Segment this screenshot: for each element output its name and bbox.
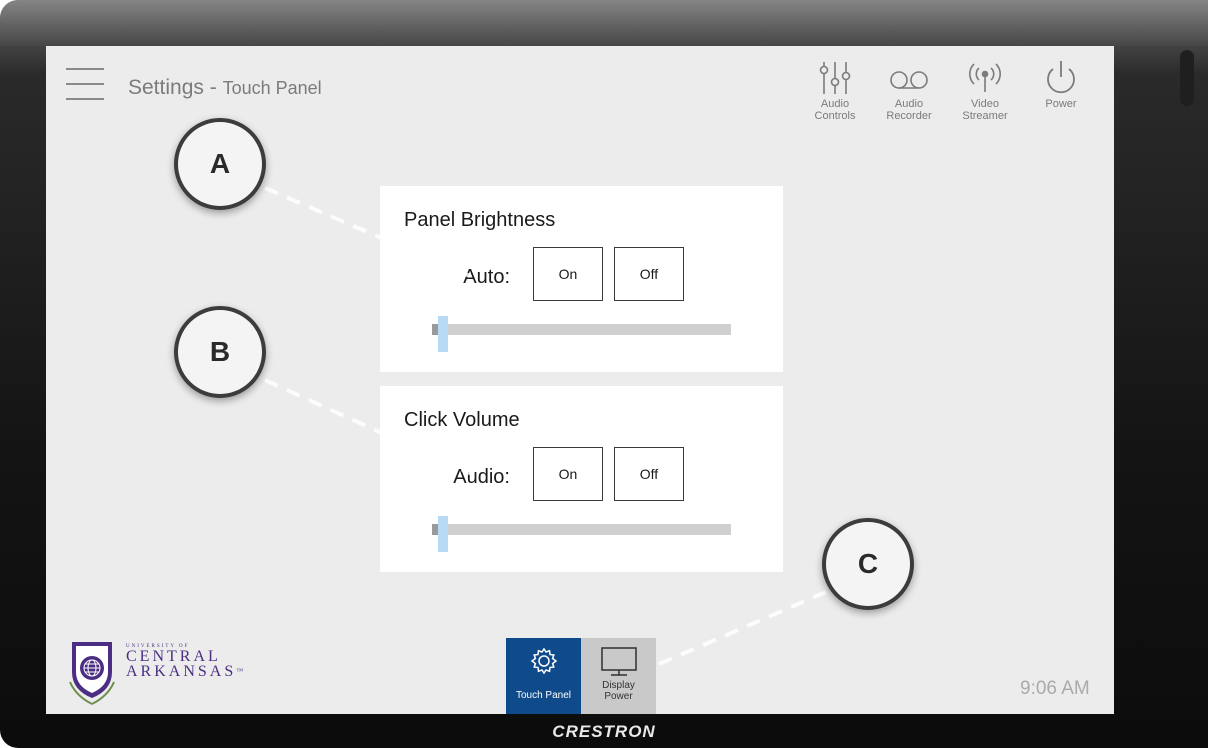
callout-a: A bbox=[174, 118, 266, 210]
broadcast-icon bbox=[969, 63, 1001, 92]
uca-wordmark: UNIVERSITY OF CENTRAL ARKANSAS™ bbox=[126, 638, 244, 680]
audio-recorder-button[interactable]: Audio Recorder bbox=[878, 60, 940, 126]
page-title: Settings - Touch Panel bbox=[128, 76, 322, 100]
nav-display-label-1: Display bbox=[602, 680, 635, 691]
gear-icon bbox=[530, 647, 557, 675]
callout-c: C bbox=[822, 518, 914, 610]
nav-touch-panel-button[interactable]: Touch Panel bbox=[506, 638, 581, 714]
clock: 9:06 AM bbox=[1020, 678, 1090, 699]
hamburger-menu-icon[interactable] bbox=[66, 68, 104, 100]
page-title-separator: - bbox=[203, 76, 223, 99]
audio-sliders-icon bbox=[819, 62, 851, 94]
audio-recorder-label-1: Audio bbox=[894, 98, 924, 110]
panel-brightness-title: Panel Brightness bbox=[404, 209, 556, 231]
audio-recorder-label-2: Recorder bbox=[886, 110, 932, 122]
click-volume-title: Click Volume bbox=[404, 409, 520, 431]
monitor-icon bbox=[600, 647, 637, 676]
video-streamer-button[interactable]: Video Streamer bbox=[954, 60, 1016, 126]
brightness-auto-off-button[interactable]: Off bbox=[614, 247, 684, 301]
audio-controls-label-1: Audio bbox=[820, 98, 850, 110]
uca-line2: CENTRAL bbox=[126, 648, 221, 665]
uca-shield-icon bbox=[69, 642, 115, 705]
brightness-auto-on-button[interactable]: On bbox=[533, 247, 603, 301]
power-button[interactable]: Power bbox=[1030, 60, 1092, 126]
click-volume-slider-thumb[interactable] bbox=[437, 516, 448, 552]
brightness-auto-label: Auto: bbox=[463, 266, 510, 288]
nav-display-label-2: Power bbox=[604, 691, 633, 702]
brightness-slider-track bbox=[432, 324, 731, 335]
nav-touch-panel-label: Touch Panel bbox=[515, 690, 572, 701]
click-volume-slider[interactable] bbox=[432, 516, 731, 552]
click-volume-audio-label: Audio: bbox=[453, 466, 510, 488]
click-volume-slider-track bbox=[432, 524, 731, 535]
uca-line3: ARKANSAS bbox=[126, 663, 237, 680]
voicemail-recorder-icon bbox=[890, 71, 928, 89]
click-volume-off-button[interactable]: Off bbox=[614, 447, 684, 501]
power-icon bbox=[1047, 61, 1075, 94]
page-title-sub: Touch Panel bbox=[222, 78, 322, 98]
callout-b: B bbox=[174, 306, 266, 398]
uca-trademark: ™ bbox=[236, 667, 244, 675]
page-title-main: Settings bbox=[128, 76, 204, 99]
video-streamer-label-2: Streamer bbox=[962, 110, 1008, 122]
panel-brightness-card: Panel Brightness Auto: On Off bbox=[380, 186, 783, 372]
brightness-slider[interactable] bbox=[432, 316, 731, 352]
brightness-slider-thumb[interactable] bbox=[437, 316, 448, 352]
power-label: Power bbox=[1045, 98, 1077, 110]
click-volume-card: Click Volume Audio: On Off bbox=[380, 386, 783, 572]
bezel-sheen bbox=[0, 0, 1208, 46]
click-volume-on-button[interactable]: On bbox=[533, 447, 603, 501]
proximity-sensor bbox=[1180, 50, 1194, 106]
nav-display-power-button[interactable]: Display Power bbox=[581, 638, 656, 714]
uca-logo: UNIVERSITY OF CENTRAL ARKANSAS™ bbox=[66, 638, 243, 708]
video-streamer-label-1: Video bbox=[971, 98, 999, 110]
audio-controls-label-2: Controls bbox=[814, 110, 856, 122]
audio-controls-button[interactable]: Audio Controls bbox=[804, 60, 866, 126]
crestron-logo: CRESTRON bbox=[552, 722, 656, 741]
